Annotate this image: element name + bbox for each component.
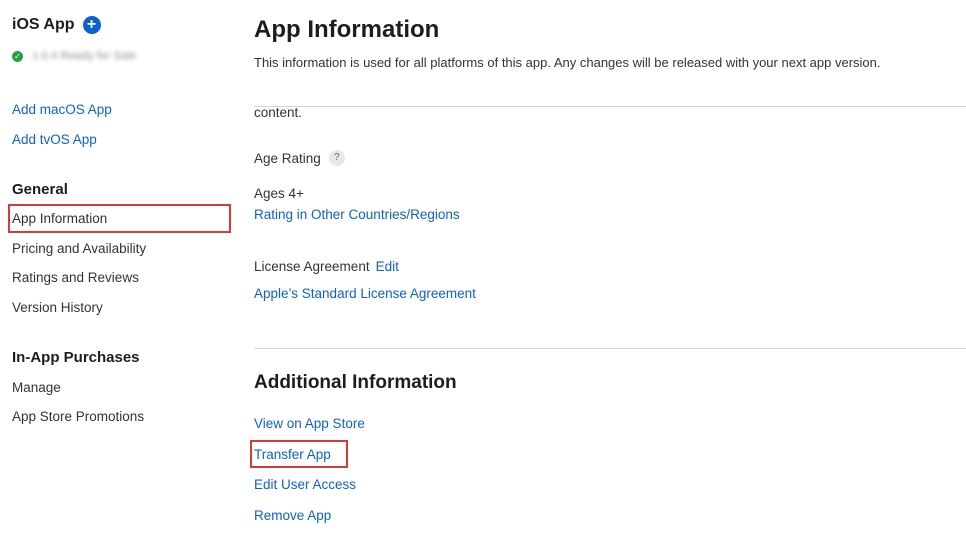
page-subtitle: This information is used for all platfor… [254,55,881,70]
add-platform-plus-icon[interactable]: + [82,16,101,34]
general-heading: General [12,181,68,198]
rating-other-regions-link[interactable]: Rating in Other Countries/Regions [254,207,460,222]
remove-app-link[interactable]: Remove App [254,508,331,523]
main-content: App Information This information is used… [250,0,966,539]
app-title: iOS App [12,16,75,33]
license-agreement-row: License Agreement Edit [254,259,399,274]
top-divider [254,106,966,107]
age-rating-label-row: Age Rating ? [254,150,345,166]
add-tvos-app-link[interactable]: Add tvOS App [12,132,97,147]
sidebar-item-ratings-and-reviews[interactable]: Ratings and Reviews [12,270,139,285]
additional-information-title: Additional Information [254,372,457,393]
section-divider [254,348,966,349]
app-status-row: ✓ 1.0.4 Ready for Sale [12,50,136,62]
sidebar-item-pricing-and-availability[interactable]: Pricing and Availability [12,241,146,256]
app-status-text: 1.0.4 Ready for Sale [32,50,137,62]
standard-license-agreement-link[interactable]: Apple’s Standard License Agreement [254,286,476,301]
help-question-icon[interactable]: ? [328,150,345,166]
transfer-app-link[interactable]: Transfer App [254,447,331,462]
app-title-row: iOS App + [12,16,101,34]
edit-user-access-link[interactable]: Edit User Access [254,477,356,492]
checkmark-circle-icon: ✓ [12,50,23,62]
sidebar-item-app-information[interactable]: App Information [12,211,107,226]
license-agreement-label: License Agreement [254,259,370,274]
sidebar-item-version-history[interactable]: Version History [12,300,103,315]
sidebar-item-manage[interactable]: Manage [12,380,61,395]
sidebar-item-app-store-promotions[interactable]: App Store Promotions [12,409,144,424]
in-app-purchases-heading: In-App Purchases [12,349,140,366]
license-edit-link[interactable]: Edit [376,259,399,274]
age-rating-label: Age Rating [254,150,321,166]
view-on-app-store-link[interactable]: View on App Store [254,416,365,431]
sidebar: iOS App + ✓ 1.0.4 Ready for Sale Add mac… [0,0,235,539]
add-macos-app-link[interactable]: Add macOS App [12,102,112,117]
page-title: App Information [254,16,440,43]
content-fragment: content. [254,105,303,120]
age-rating-value: Ages 4+ [254,186,304,201]
